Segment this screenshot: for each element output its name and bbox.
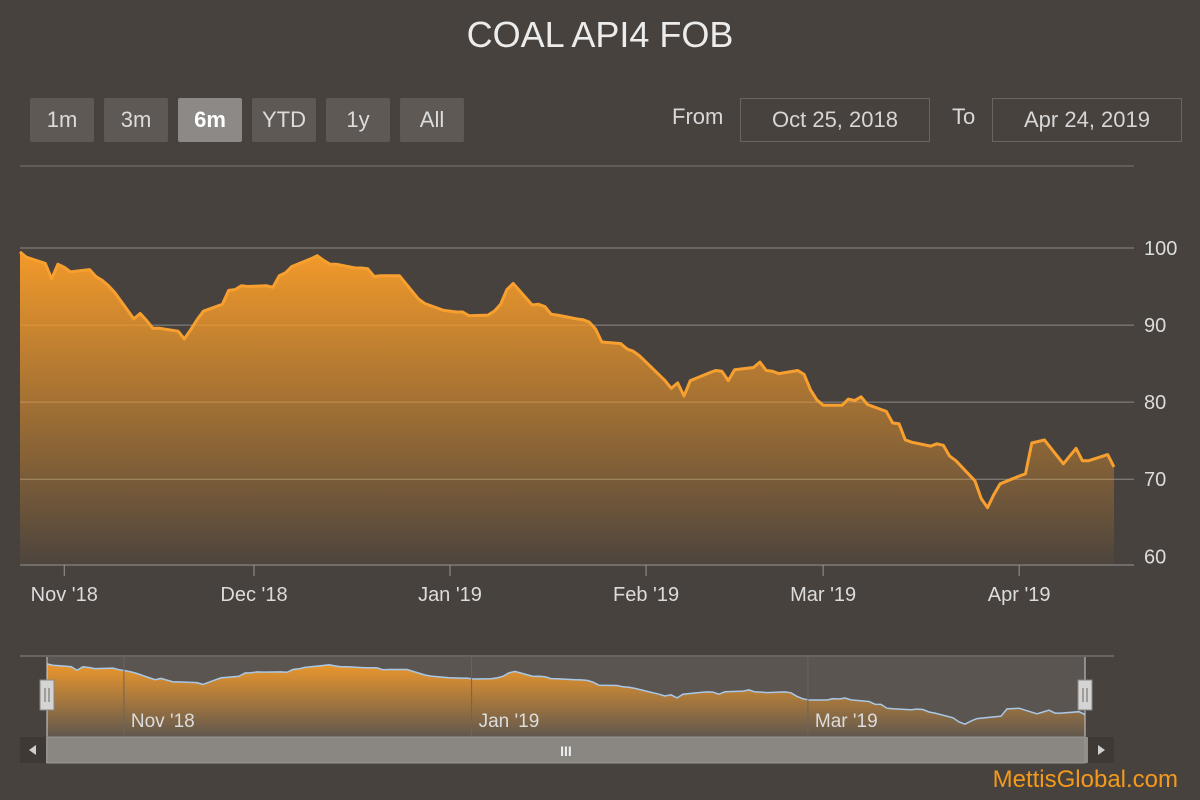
x-tick-label: Mar '19 xyxy=(790,584,856,606)
navigator-x-label: Nov '18 xyxy=(131,711,195,732)
y-tick-label: 70 xyxy=(1144,469,1166,491)
navigator-right-handle[interactable] xyxy=(1077,679,1093,711)
x-tick-label: Apr '19 xyxy=(988,584,1051,606)
y-axis: 60 70 80 90 100 xyxy=(1144,238,1177,568)
chart-canvas: Nov '18 Dec '18 Jan '19 Feb '19 Mar '19 Apr '… xyxy=(19,165,1177,764)
navigator-x-label: Mar '19 xyxy=(815,711,878,732)
y-tick-label: 90 xyxy=(1144,315,1166,337)
price-area-layer xyxy=(19,250,1116,564)
y-tick-label: 80 xyxy=(1144,392,1166,414)
scrollbar-grip: III xyxy=(560,743,572,759)
x-tick-label: Nov '18 xyxy=(31,584,98,606)
brand-watermark: MettisGlobal.com xyxy=(992,766,1178,793)
y-tick-label: 60 xyxy=(1144,546,1166,568)
y-tick-label: 100 xyxy=(1144,238,1177,260)
x-tick-label: Dec '18 xyxy=(220,584,287,606)
x-axis: Nov '18 Dec '18 Jan '19 Feb '19 Mar '19 Apr '… xyxy=(20,564,1134,606)
x-tick-label: Jan '19 xyxy=(418,584,482,606)
navigator-left-handle[interactable] xyxy=(39,679,55,711)
x-tick-label: Feb '19 xyxy=(613,584,679,606)
price-area-fill xyxy=(20,251,1114,564)
navigator-x-label: Jan '19 xyxy=(479,711,540,732)
